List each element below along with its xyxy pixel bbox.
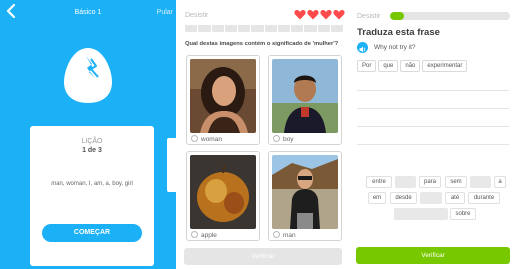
progress-segment	[198, 25, 211, 32]
progress-bar	[185, 25, 343, 32]
progress-segment	[317, 25, 330, 32]
empty-word-slot	[394, 208, 448, 220]
heart-icon	[320, 10, 332, 20]
top-bar: Básico 1 Pular	[0, 0, 176, 26]
progress-segment	[185, 25, 198, 32]
word-chip[interactable]: desde	[390, 192, 417, 204]
option-card-woman[interactable]: woman	[186, 55, 260, 145]
question-text: Qual destas imagens contém o significado…	[185, 41, 339, 47]
answer-line	[357, 108, 509, 109]
option-label: woman	[201, 136, 222, 143]
speaker-icon[interactable]	[357, 42, 368, 53]
word-chip[interactable]: a	[494, 176, 506, 188]
hint-word: que	[378, 60, 399, 72]
progress-segment	[224, 25, 237, 32]
word-chip[interactable]: até	[445, 192, 465, 204]
option-card-man[interactable]: man	[268, 151, 342, 241]
word-chip[interactable]: entre	[366, 176, 392, 188]
select-image-screen: Desistir Qual destas imagens contém o si…	[180, 0, 348, 269]
heart-icon	[294, 10, 306, 20]
progress-segment	[238, 25, 251, 32]
progress-segment	[330, 25, 343, 32]
verify-button[interactable]: Verificar	[356, 247, 510, 264]
progress-segment	[277, 25, 290, 32]
woman-photo	[190, 59, 256, 133]
lesson-title: Básico 1	[74, 9, 102, 16]
start-button[interactable]: COMEÇAR	[42, 224, 142, 242]
word-chip[interactable]: durante	[468, 192, 500, 204]
man-photo	[272, 155, 338, 229]
lesson-count: 1 de 3	[82, 147, 102, 154]
word-chip[interactable]: para	[419, 176, 441, 188]
quit-button[interactable]: Desistir	[185, 12, 208, 19]
radio-button[interactable]	[273, 135, 280, 142]
answer-line	[357, 126, 509, 127]
option-label: boy	[283, 136, 294, 143]
lesson-words: man, woman, I, am, a, boy, girl	[51, 181, 133, 187]
heart-icon	[307, 10, 319, 20]
option-label: man	[283, 232, 296, 239]
option-card-boy[interactable]: boy	[268, 55, 342, 145]
next-card-peek[interactable]	[167, 138, 176, 192]
back-icon[interactable]	[6, 3, 20, 20]
quit-button[interactable]: Desistir	[357, 13, 380, 20]
verify-button[interactable]: Verificar	[184, 248, 342, 265]
hint-word: não	[400, 60, 421, 72]
cracked-egg-icon	[62, 46, 114, 104]
progress-segment	[291, 25, 304, 32]
app-showcase: Básico 1 Pular LIÇÃO 1 de 3 man, woman, …	[0, 0, 514, 269]
progress-segment	[304, 25, 317, 32]
radio-button[interactable]	[273, 231, 280, 238]
word-chip[interactable]: em	[368, 192, 386, 204]
skip-button[interactable]: Pular	[157, 9, 173, 16]
exercise-heading: Traduza esta frase	[357, 27, 440, 38]
hint-word: experimentar	[422, 60, 468, 72]
empty-word-slot	[395, 176, 416, 188]
answer-area[interactable]	[357, 78, 509, 158]
answer-line	[357, 144, 509, 145]
lesson-intro-screen: Básico 1 Pular LIÇÃO 1 de 3 man, woman, …	[0, 0, 176, 269]
progress-bar	[390, 12, 510, 20]
progress-segment	[264, 25, 277, 32]
lesson-card: LIÇÃO 1 de 3 man, woman, I, am, a, boy, …	[30, 126, 154, 266]
heart-icon	[333, 10, 345, 20]
progress-segment	[211, 25, 224, 32]
radio-button[interactable]	[191, 135, 198, 142]
source-sentence: Why not try it?	[374, 44, 416, 51]
hint-word: Por	[357, 60, 377, 72]
empty-word-slot	[470, 176, 491, 188]
empty-word-slot	[420, 192, 442, 204]
progress-segment	[251, 25, 264, 32]
apple-photo	[190, 155, 256, 229]
radio-button[interactable]	[191, 231, 198, 238]
boy-photo	[272, 59, 338, 133]
answer-line	[357, 90, 509, 91]
word-chip[interactable]: sobre	[450, 208, 476, 220]
lesson-label: LIÇÃO	[81, 138, 103, 145]
progress-fill	[390, 12, 405, 20]
hint-row: Por que não experimentar	[357, 60, 468, 72]
word-chip[interactable]: sem	[445, 176, 467, 188]
hearts	[294, 9, 345, 20]
translate-screen: Desistir Traduza esta frase Why not try …	[352, 0, 514, 269]
option-label: apple	[201, 232, 217, 239]
option-card-apple[interactable]: apple	[186, 151, 260, 241]
